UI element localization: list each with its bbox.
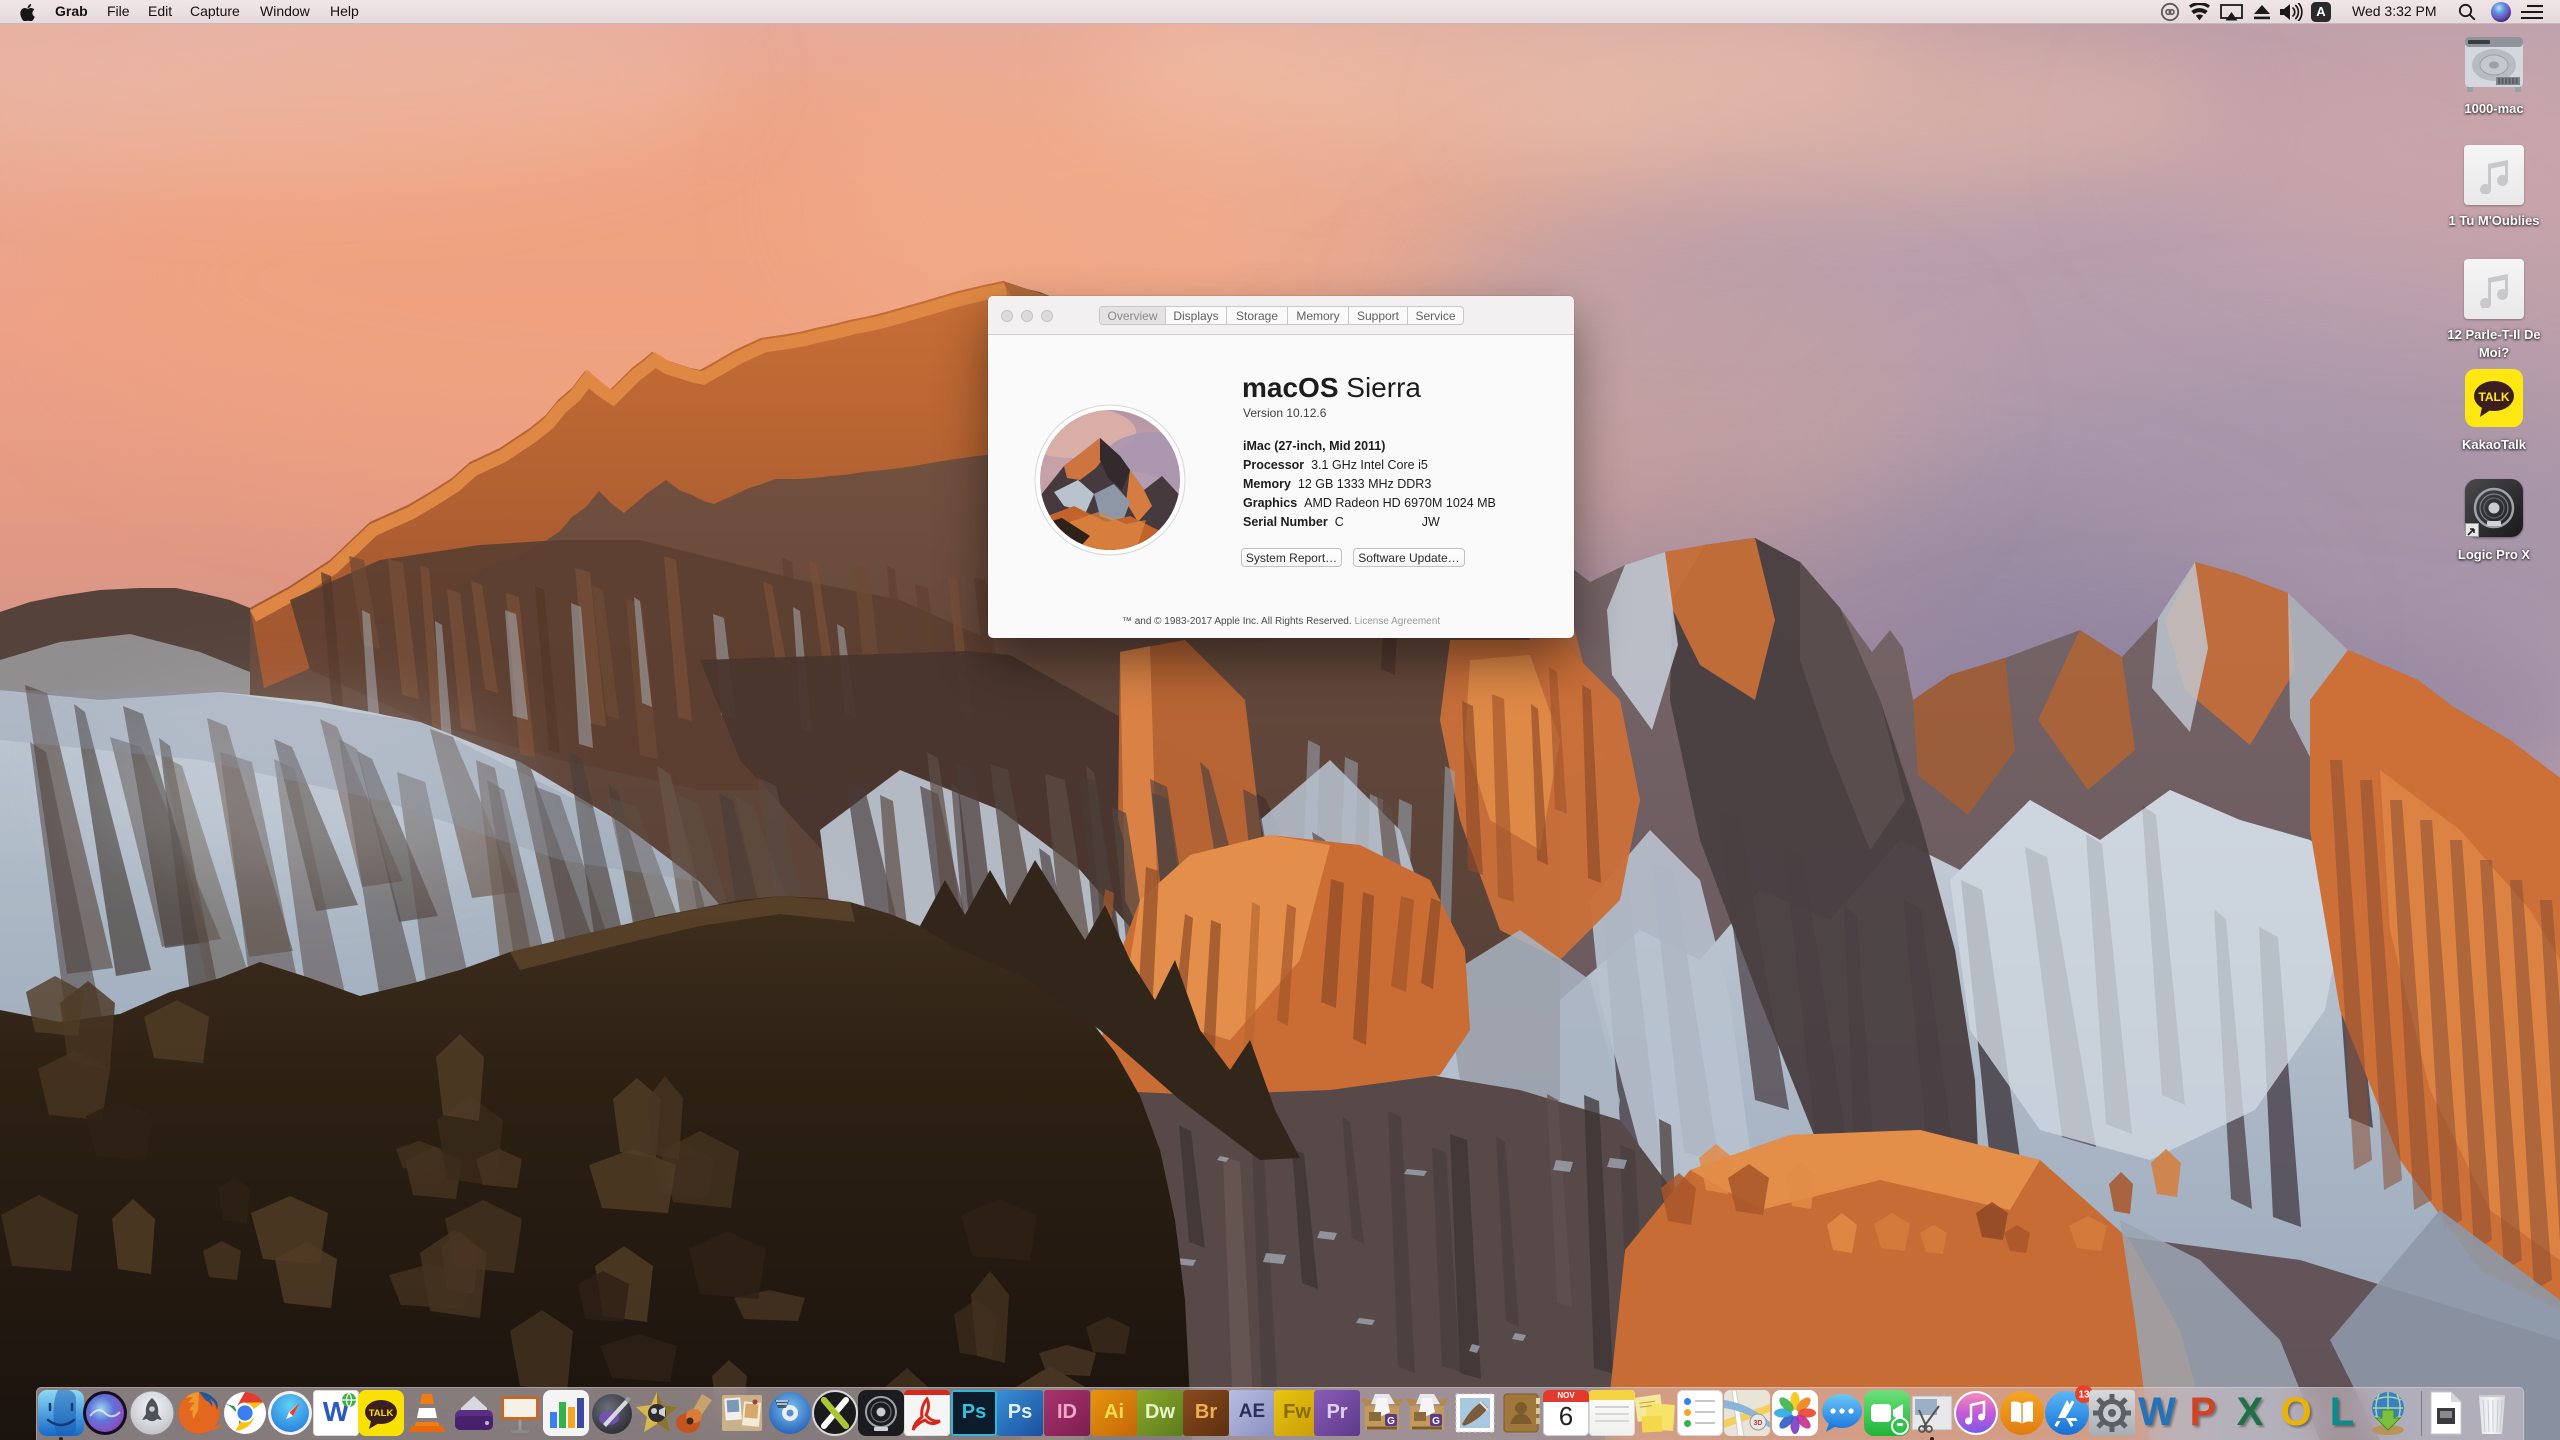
svg-text:TALK: TALK [2478,390,2509,404]
svg-text:TALK: TALK [369,1408,394,1419]
svg-text:G: G [1432,1416,1440,1427]
svg-text:G: G [1387,1416,1395,1427]
svg-text:3D: 3D [1754,1420,1763,1427]
